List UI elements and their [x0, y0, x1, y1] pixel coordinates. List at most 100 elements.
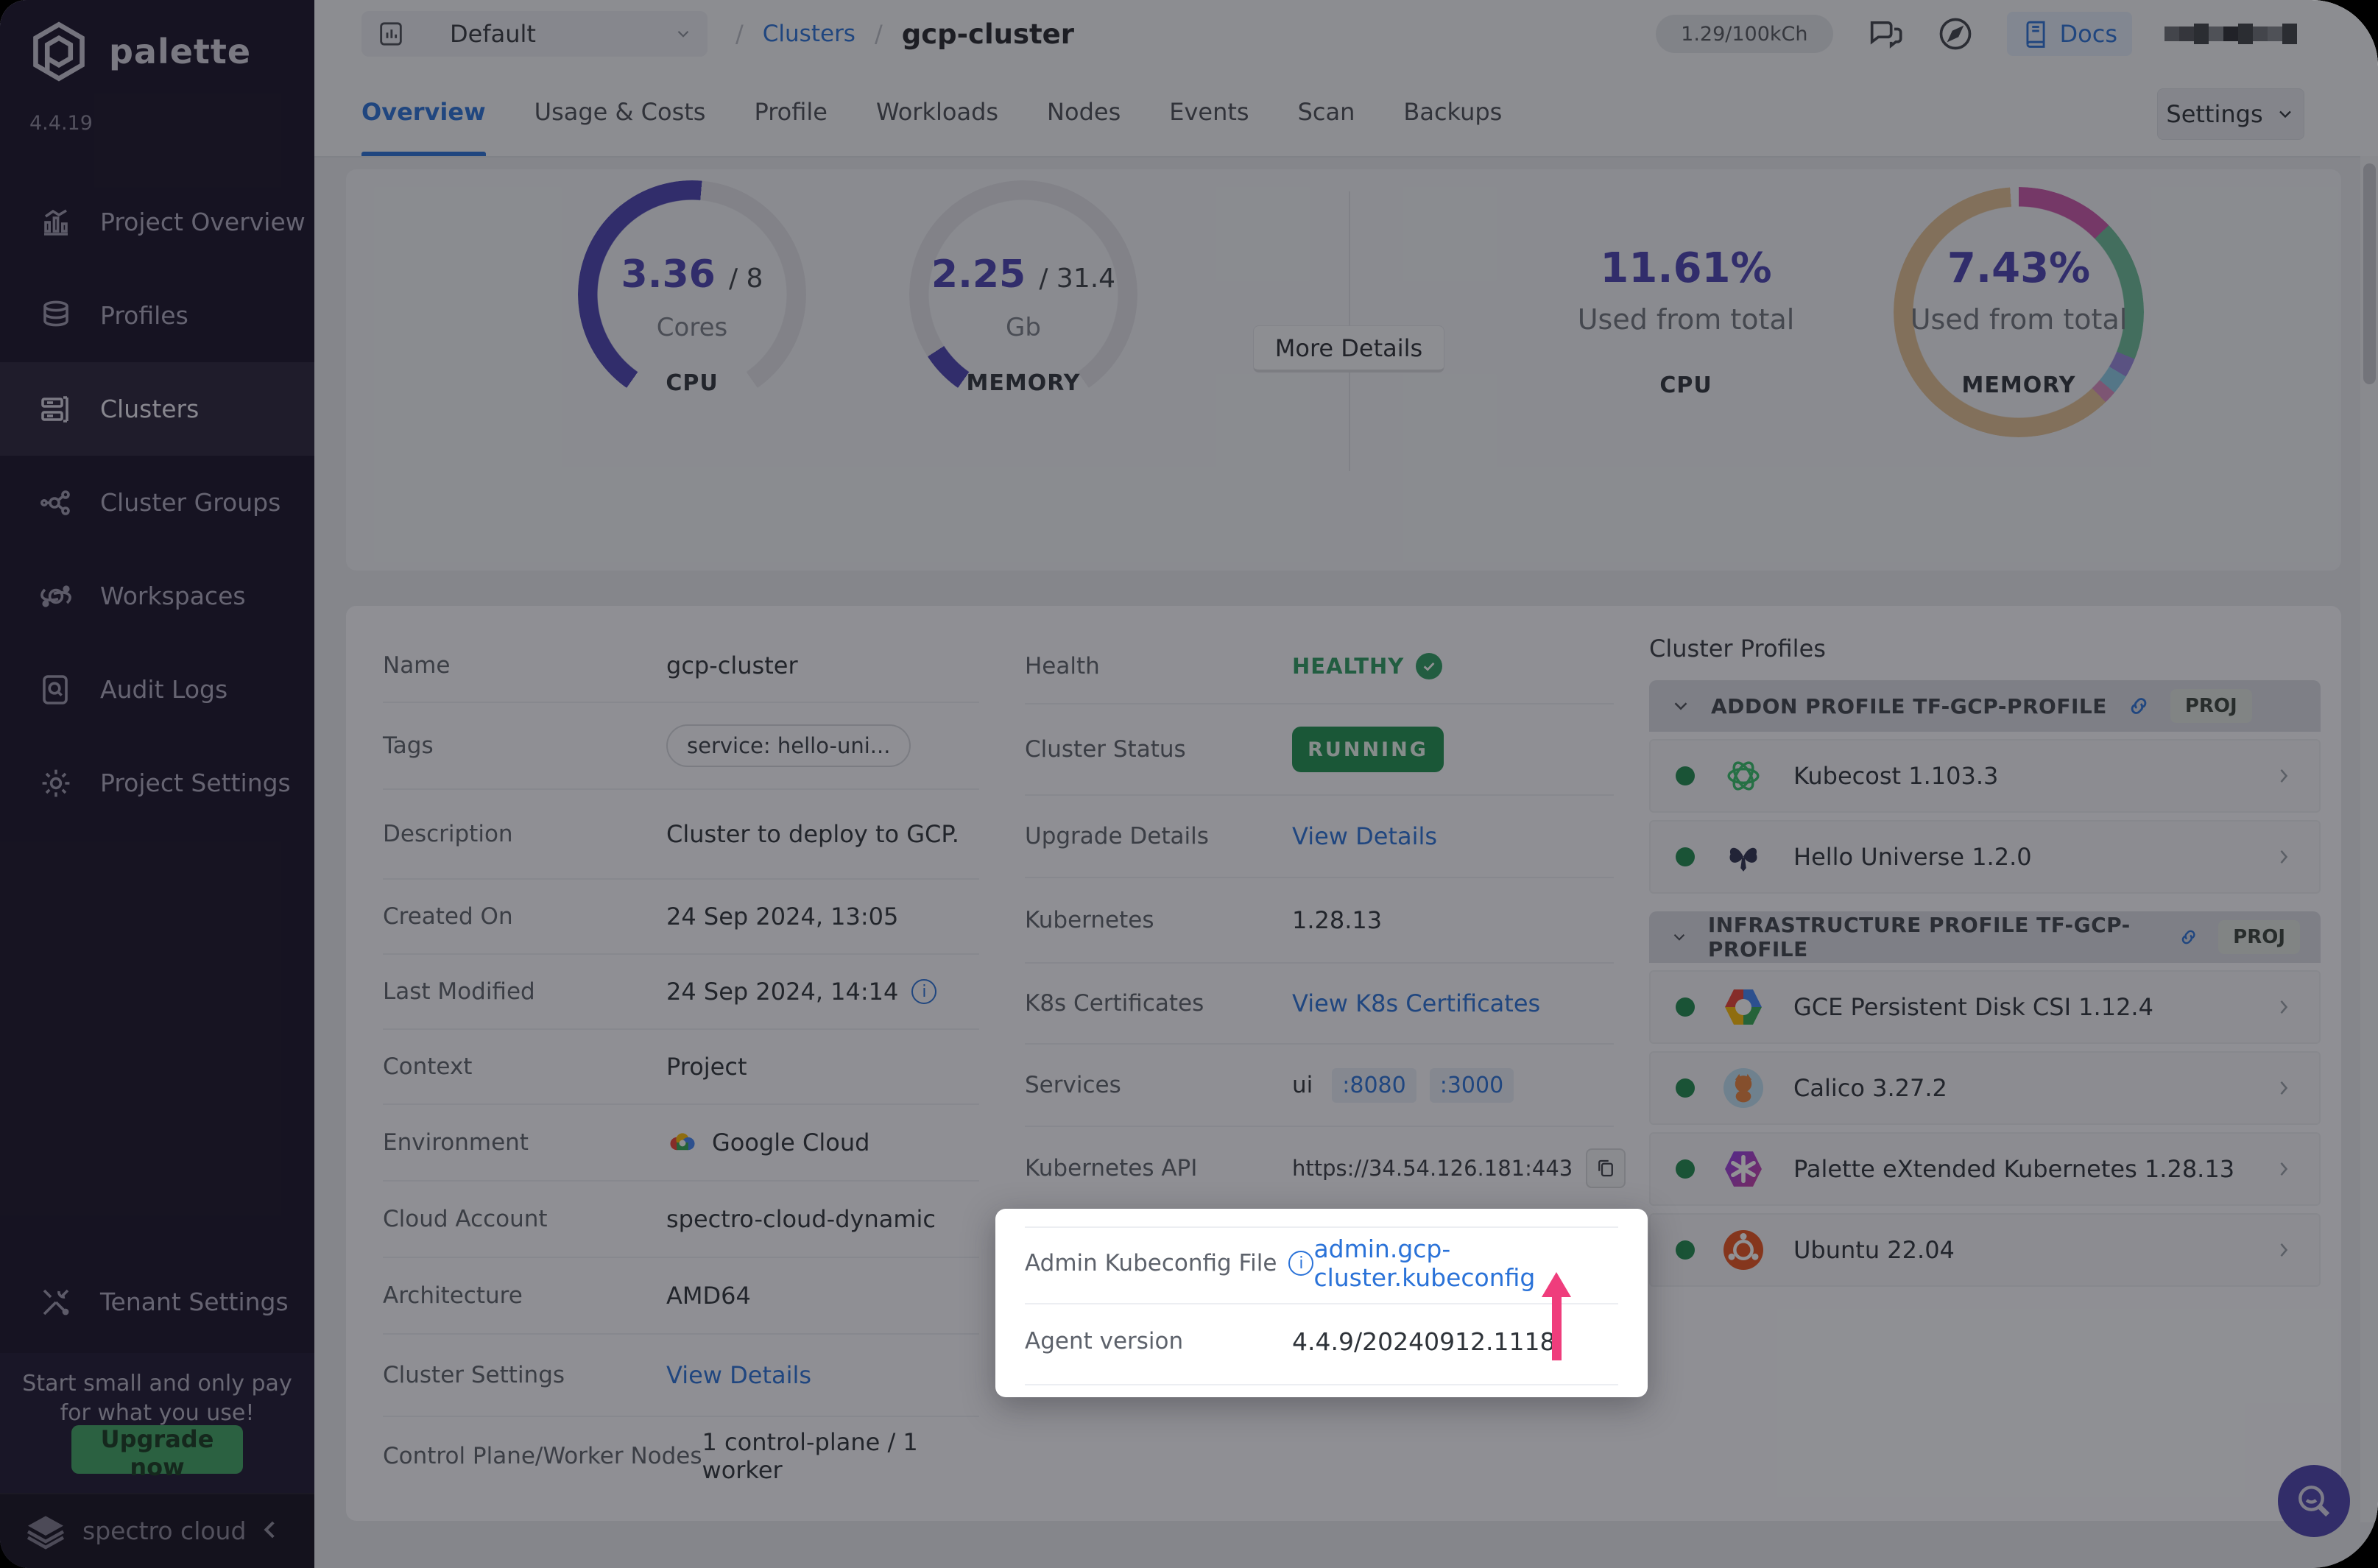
info-icon[interactable]: i [911, 979, 936, 1004]
divider [1025, 1384, 1618, 1385]
detail-label: Services [1025, 1072, 1292, 1098]
info-icon[interactable]: i [1288, 1251, 1313, 1276]
cpu-unit: Cores [578, 313, 806, 342]
sidebar-item-project-settings[interactable]: Project Settings [0, 736, 314, 830]
user-name-redacted[interactable] [2164, 24, 2297, 44]
sidebar-item-label: Profiles [100, 301, 188, 330]
chevron-down-icon [1670, 695, 1692, 717]
detail-value: 24 Sep 2024, 13:05 [666, 903, 898, 930]
link-icon[interactable] [2126, 693, 2151, 718]
tag-pill[interactable]: service: hello-uni... [666, 724, 911, 767]
sidebar-item-project-overview[interactable]: Project Overview [0, 175, 314, 269]
profile-item-hello-universe[interactable]: Hello Universe 1.2.0 [1649, 820, 2321, 894]
tab-overview[interactable]: Overview [361, 68, 486, 156]
ubuntu-icon [1723, 1229, 1764, 1271]
sidebar-item-profiles[interactable]: Profiles [0, 269, 314, 362]
row-kubernetes-api: Kubernetes API https://34.54.126.181:443 [1025, 1127, 1614, 1209]
tab-scan[interactable]: Scan [1298, 68, 1355, 156]
header-actions: 1.29/100kCh Docs [1656, 0, 2297, 68]
row-context: Context Project [383, 1030, 979, 1105]
google-cloud-icon [666, 1129, 699, 1156]
profile-item-name: Hello Universe 1.2.0 [1793, 843, 2273, 871]
detail-label: Environment [383, 1129, 666, 1156]
view-details-link[interactable]: View Details [666, 1361, 811, 1389]
book-icon [2022, 20, 2050, 48]
sidebar-item-clusters[interactable]: Clusters [0, 362, 314, 456]
detail-value: Project [666, 1053, 747, 1081]
row-cloud-account: Cloud Account spectro-cloud-dynamic [383, 1182, 979, 1258]
breadcrumb-clusters-link[interactable]: Clusters [763, 21, 855, 47]
upgrade-now-button[interactable]: Upgrade now [71, 1425, 243, 1474]
chevron-down-icon [2275, 104, 2296, 124]
sidebar-item-label: Cluster Groups [100, 488, 281, 517]
database-icon [38, 298, 74, 333]
app-frame: palette 4.4.19 Project Overview Profiles… [0, 0, 2378, 1568]
detail-label: Tags [383, 732, 666, 759]
tab-nodes[interactable]: Nodes [1047, 68, 1121, 156]
chat-icon[interactable] [1866, 15, 1904, 53]
sidebar-nav: Project Overview Profiles Clusters Clust… [0, 175, 314, 830]
memory-gauge-label: MEMORY [909, 370, 1137, 396]
detail-value: 1.28.13 [1292, 906, 1382, 934]
docs-button[interactable]: Docs [2007, 12, 2132, 56]
gear-icon [38, 766, 74, 801]
service-port-8080-link[interactable]: :8080 [1332, 1068, 1416, 1103]
tab-events[interactable]: Events [1169, 68, 1249, 156]
detail-label: Cluster Status [1025, 736, 1292, 763]
cluster-profiles-panel: Cluster Profiles ADDON PROFILE TF-GCP-PR… [1649, 635, 2321, 1287]
detail-value: Google Cloud [712, 1129, 869, 1156]
row-cluster-settings: Cluster Settings View Details [383, 1335, 979, 1417]
details-column-1: Name gcp-cluster Tags service: hello-uni… [383, 629, 979, 1495]
row-tags: Tags service: hello-uni... [383, 703, 979, 790]
view-k8s-certificates-link[interactable]: View K8s Certificates [1292, 989, 1540, 1017]
detail-value: gcp-cluster [666, 651, 798, 679]
compass-icon[interactable] [1936, 15, 1975, 53]
scrollbar-thumb[interactable] [2363, 163, 2376, 384]
settings-button[interactable]: Settings [2157, 88, 2304, 140]
detail-value: Cluster to deploy to GCP. [666, 820, 959, 848]
tab-backups[interactable]: Backups [1403, 68, 1502, 156]
detail-label: Control Plane/Worker Nodes [383, 1443, 702, 1469]
profile-item-calico[interactable]: Calico 3.27.2 [1649, 1051, 2321, 1125]
profile-item-kubecost[interactable]: Kubecost 1.103.3 [1649, 739, 2321, 813]
vertical-scrollbar[interactable] [2360, 156, 2378, 1522]
detail-label: Context [383, 1053, 666, 1080]
chevron-right-icon [2273, 997, 2294, 1017]
tab-profile[interactable]: Profile [754, 68, 828, 156]
profile-item-palette-extended-k8s[interactable]: Palette eXtended Kubernetes 1.28.13 [1649, 1132, 2321, 1206]
project-selector[interactable]: Default [361, 11, 708, 57]
admin-kubeconfig-link[interactable]: admin.gcp-cluster.kubeconfig [1313, 1235, 1618, 1292]
memory-donut-caption: Used from total [1894, 303, 2144, 336]
infrastructure-profile-header[interactable]: INFRASTRUCTURE PROFILE TF-GCP-PROFILE PR… [1649, 911, 2321, 963]
sidebar-item-label: Workspaces [100, 582, 246, 610]
tab-workloads[interactable]: Workloads [876, 68, 998, 156]
tab-usage-costs[interactable]: Usage & Costs [534, 68, 706, 156]
link-icon[interactable] [2178, 925, 2199, 950]
chevron-right-icon [2273, 1240, 2294, 1260]
sidebar-item-tenant-settings[interactable]: Tenant Settings [0, 1255, 314, 1349]
sidebar-item-workspaces[interactable]: Workspaces [0, 549, 314, 643]
divider [1025, 1303, 1618, 1304]
copy-button[interactable] [1586, 1148, 1626, 1188]
profile-item-ubuntu[interactable]: Ubuntu 22.04 [1649, 1213, 2321, 1287]
spectro-cloud-label: spectro cloud [82, 1516, 246, 1545]
gce-persistent-disk-icon [1723, 986, 1764, 1028]
row-architecture: Architecture AMD64 [383, 1258, 979, 1335]
search-assistant-button[interactable] [2278, 1465, 2350, 1537]
sidebar-item-cluster-groups[interactable]: Cluster Groups [0, 456, 314, 549]
profile-item-gce-disk-csi[interactable]: GCE Persistent Disk CSI 1.12.4 [1649, 970, 2321, 1044]
upgrade-view-details-link[interactable]: View Details [1292, 822, 1437, 850]
row-created-on: Created On 24 Sep 2024, 13:05 [383, 880, 979, 955]
collapse-sidebar-icon[interactable] [256, 1514, 286, 1546]
upgrade-promo: Start small and only pay for what you us… [0, 1353, 314, 1493]
chevron-right-icon [2273, 1159, 2294, 1179]
brand-name: palette [109, 32, 251, 71]
audit-log-icon [38, 672, 74, 707]
detail-label: Last Modified [383, 978, 666, 1005]
addon-profile-header[interactable]: ADDON PROFILE TF-GCP-PROFILE PROJ [1649, 680, 2321, 732]
magnifier-smile-icon [2293, 1480, 2335, 1522]
more-details-button[interactable]: More Details [1253, 325, 1444, 372]
service-port-3000-link[interactable]: :3000 [1430, 1068, 1514, 1103]
sidebar-item-audit-logs[interactable]: Audit Logs [0, 643, 314, 736]
row-health: Health HEALTHY [1025, 629, 1614, 704]
